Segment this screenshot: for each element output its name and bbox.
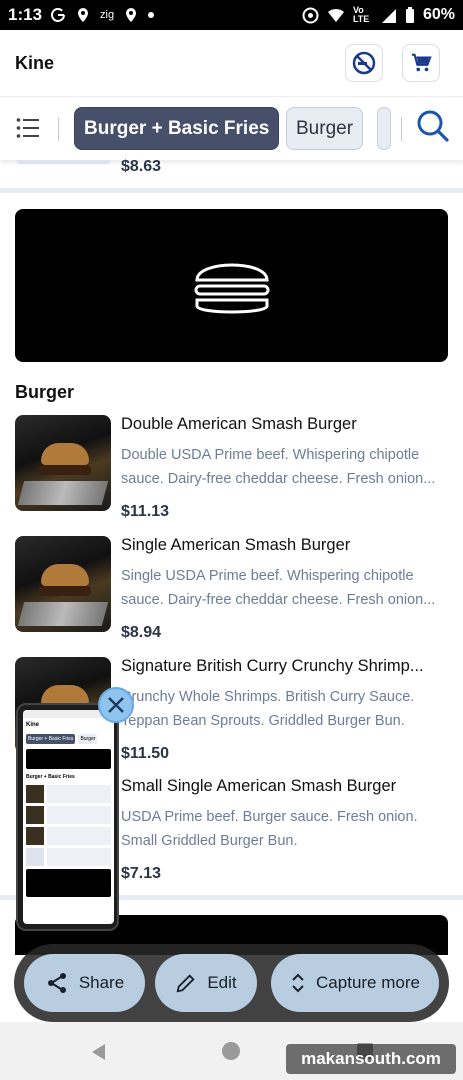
- section-divider: [0, 188, 463, 193]
- search-button[interactable]: [416, 109, 450, 148]
- edit-icon: [176, 974, 195, 993]
- item-name: Double American Smash Burger: [121, 415, 357, 433]
- item-name: Signature British Curry Crunchy Shrimp..…: [121, 657, 424, 675]
- search-icon: [417, 110, 449, 142]
- preview-item: [26, 785, 111, 803]
- close-preview-button[interactable]: [98, 687, 134, 723]
- share-icon: [47, 973, 66, 993]
- preview-chips: Burger + Basic Fries Burger: [23, 732, 114, 746]
- clock: 1:13: [8, 5, 43, 24]
- item-name: Single American Smash Burger: [121, 536, 351, 554]
- google-icon: [51, 8, 66, 22]
- category-chip-next[interactable]: [377, 107, 391, 150]
- item-description: Double USDA Prime beef. Whispering chipo…: [121, 447, 436, 487]
- status-bar: 1:13 zig Vo LTE 60%: [0, 0, 463, 30]
- item-price: $7.13: [121, 865, 162, 882]
- item-photo: [15, 415, 111, 511]
- category-chip-active[interactable]: Burger + Basic Fries: [74, 107, 280, 150]
- battery-level: 60%: [422, 6, 455, 23]
- system-icons: Vo LTE 60%: [302, 6, 455, 24]
- wifi-icon: [327, 8, 344, 22]
- preview-chip-active: Burger + Basic Fries: [26, 734, 76, 744]
- previous-item-thumb: [16, 160, 111, 164]
- list-icon: [16, 118, 39, 138]
- category-chip-burger[interactable]: Burger: [286, 107, 364, 150]
- sync-icon: [302, 7, 319, 23]
- cart-icon: [411, 53, 432, 72]
- burger-icon: [194, 263, 269, 313]
- section-banner: [15, 209, 448, 362]
- item-description: Single USDA Prime beef. Whispering chipo…: [121, 568, 436, 608]
- preview-item: [26, 848, 111, 866]
- network-label: Vo LTE: [352, 5, 370, 24]
- watermark: makansouth.com: [286, 1044, 456, 1074]
- capture-more-label: Capture more: [316, 973, 420, 992]
- preview-section: Burger + Basic Fries: [26, 774, 75, 780]
- cart-button[interactable]: [402, 44, 440, 82]
- expand-icon: [292, 973, 304, 993]
- menu-item[interactable]: Single American Smash Burger Single USDA…: [15, 536, 448, 646]
- category-bar: Burger + Basic Fries Burger: [0, 96, 463, 160]
- edit-button[interactable]: Edit: [155, 954, 257, 1012]
- back-icon[interactable]: [89, 1042, 107, 1062]
- notification-icons: zig: [50, 7, 155, 23]
- edit-label: Edit: [207, 973, 237, 992]
- dot-icon: [148, 12, 155, 18]
- app-header: Kine: [0, 30, 463, 96]
- item-description: Crunchy Whole Shrimps. British Curry Sau…: [121, 689, 415, 729]
- item-price: $8.94: [121, 624, 162, 641]
- screenshot-preview-image: Kine Burger + Basic Fries Burger Burger …: [23, 710, 114, 924]
- share-button[interactable]: Share: [24, 954, 145, 1012]
- dietary-filter-button[interactable]: [345, 44, 383, 82]
- item-price: $11.50: [121, 745, 170, 762]
- location-icon: [126, 8, 137, 22]
- preview-banner: [26, 749, 111, 769]
- page-title: Kine: [15, 52, 55, 73]
- divider: [58, 117, 59, 141]
- battery-icon: [405, 6, 414, 23]
- screenshot-preview[interactable]: Kine Burger + Basic Fries Burger Burger …: [16, 703, 119, 931]
- preview-title: Kine: [26, 722, 40, 728]
- divider: [401, 117, 402, 141]
- preview-chip: Burger: [78, 734, 98, 744]
- home-icon[interactable]: [221, 1041, 241, 1061]
- item-price: $11.13: [121, 503, 170, 520]
- previous-item-price: $8.63: [121, 158, 162, 175]
- capture-more-button[interactable]: Capture more: [271, 954, 439, 1012]
- signal-icon: [381, 8, 396, 23]
- screenshot-action-bar: Share Edit Capture more: [14, 944, 449, 1022]
- preview-item: [26, 806, 111, 824]
- preview-item: [26, 827, 111, 845]
- zig-icon: zig: [100, 9, 115, 21]
- section-title: Burger: [15, 382, 75, 402]
- item-photo: [15, 536, 111, 632]
- menu-item[interactable]: Double American Smash Burger Double USDA…: [15, 415, 448, 525]
- location-icon: [78, 8, 89, 22]
- item-name: Small Single American Smash Burger: [121, 777, 397, 795]
- no-smoking-icon: [352, 51, 376, 75]
- close-icon: [108, 697, 124, 713]
- category-list-button[interactable]: [16, 117, 40, 144]
- share-label: Share: [78, 973, 125, 992]
- preview-banner: [26, 869, 111, 897]
- item-description: USDA Prime beef. Burger sauce. Fresh oni…: [121, 809, 418, 849]
